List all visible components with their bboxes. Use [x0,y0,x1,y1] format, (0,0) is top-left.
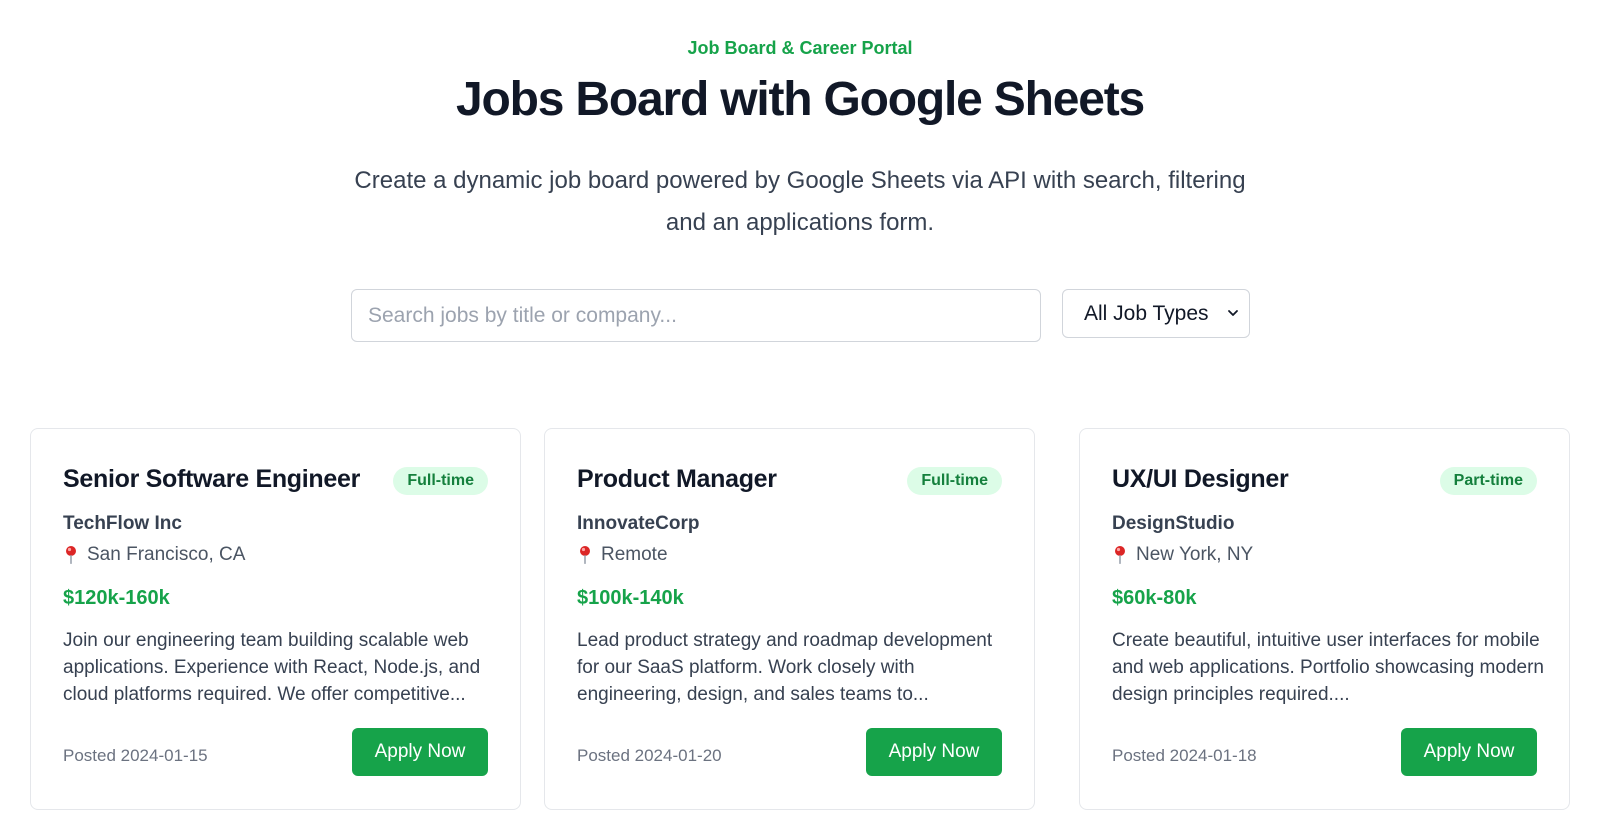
job-salary: $120k-160k [63,587,170,609]
chevron-down-icon [1228,310,1238,316]
job-type-badge: Full-time [907,467,1002,495]
job-card: UX/UI Designer Part-time DesignStudio Ne… [1079,428,1570,810]
job-card-grid: Senior Software Engineer Full-time TechF… [30,428,1572,810]
page-subtitle: Create a dynamic job board powered by Go… [354,167,1246,236]
job-search-input[interactable] [351,289,1041,342]
job-description: Create beautiful, intuitive user interfa… [1112,630,1544,705]
job-description: Lead product strategy and roadmap develo… [577,630,993,705]
job-card: Senior Software Engineer Full-time TechF… [30,428,521,810]
job-location-text: San Francisco, CA [87,544,246,565]
job-location: Remote [577,544,668,566]
job-location-text: Remote [601,544,668,565]
job-type-select[interactable]: All Job Types [1062,289,1250,338]
job-salary: $60k-80k [1112,587,1197,609]
job-type-badge: Part-time [1439,467,1537,495]
job-salary: $100k-140k [577,587,684,609]
job-location: New York, NY [1112,544,1253,566]
posted-date: Posted 2024-01-20 [577,746,722,765]
page-eyebrow: Job Board & Career Portal [687,38,913,58]
company-name: TechFlow Inc [63,513,182,534]
job-title: Senior Software Engineer [63,465,361,493]
job-title: UX/UI Designer [1112,465,1289,493]
job-type-badge: Full-time [393,467,488,495]
job-location-text: New York, NY [1136,544,1254,565]
apply-now-button[interactable]: Apply Now [352,728,488,776]
job-description: Join our engineering team building scala… [63,630,481,705]
job-card: Product Manager Full-time InnovateCorp R… [544,428,1035,810]
map-pin-icon [66,546,76,564]
map-pin-icon [580,546,590,564]
page-title: Jobs Board with Google Sheets [456,73,1145,126]
company-name: InnovateCorp [577,513,700,534]
posted-date: Posted 2024-01-18 [1112,746,1257,765]
apply-now-button[interactable]: Apply Now [1401,728,1537,776]
job-type-select-value: All Job Types [1084,301,1209,325]
job-title: Product Manager [577,465,777,493]
company-name: DesignStudio [1112,513,1235,534]
apply-now-button[interactable]: Apply Now [866,728,1002,776]
posted-date: Posted 2024-01-15 [63,746,208,765]
job-location: San Francisco, CA [63,544,245,566]
map-pin-icon [1115,546,1125,564]
